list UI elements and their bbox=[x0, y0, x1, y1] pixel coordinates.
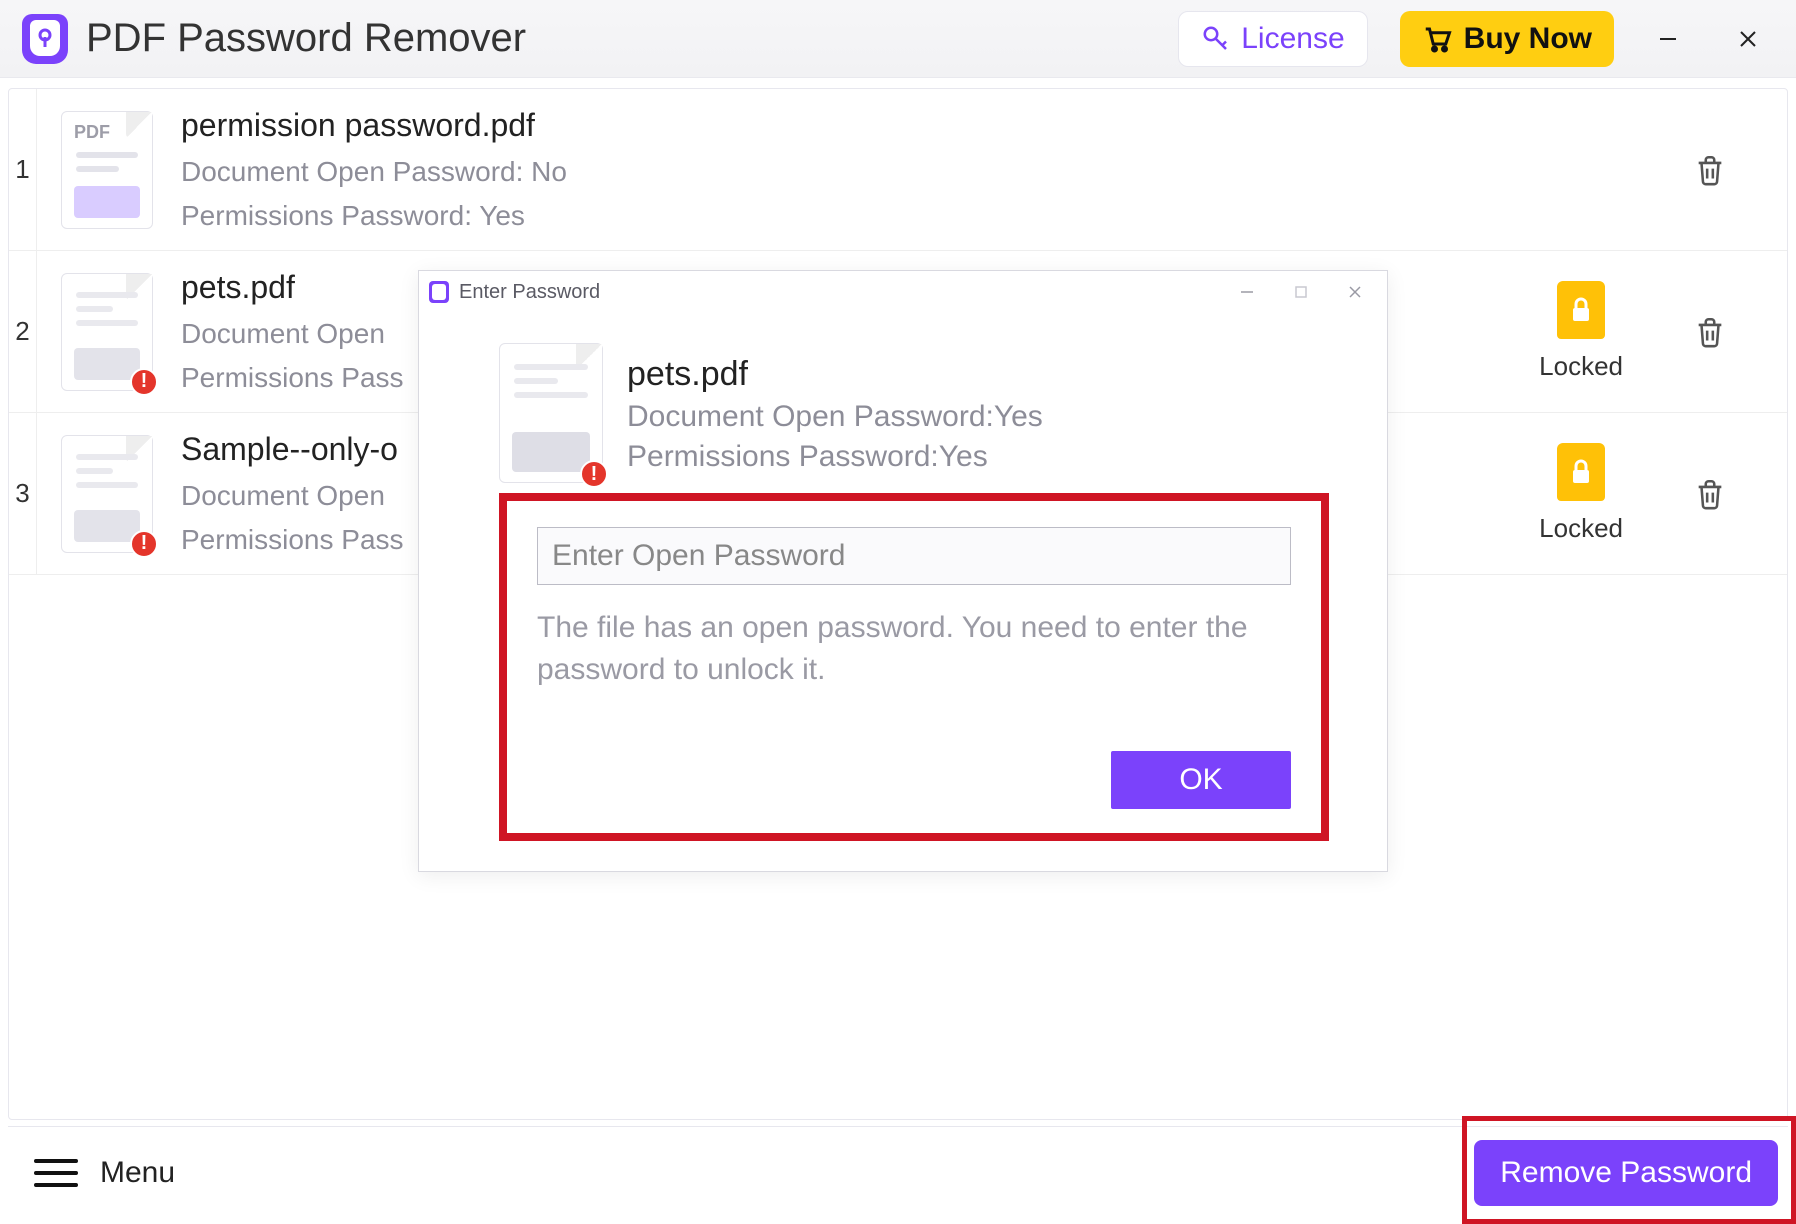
app-logo bbox=[22, 14, 68, 64]
menu-button[interactable]: Menu bbox=[18, 1146, 191, 1200]
minimize-icon bbox=[1657, 28, 1679, 50]
pdf-file-icon: PDF bbox=[61, 111, 153, 229]
footer: Menu Remove Password bbox=[8, 1126, 1788, 1218]
buy-now-label: Buy Now bbox=[1464, 22, 1592, 56]
dialog-close-button[interactable] bbox=[1333, 284, 1377, 300]
app-title: PDF Password Remover bbox=[86, 16, 526, 61]
locked-label: Locked bbox=[1539, 351, 1623, 382]
file-open-pw: Document Open Password: No bbox=[181, 156, 1665, 188]
dialog-hint: The file has an open password. You need … bbox=[537, 607, 1291, 691]
lock-icon bbox=[1557, 443, 1605, 501]
dialog-title: Enter Password bbox=[459, 281, 600, 304]
hamburger-icon bbox=[34, 1159, 78, 1187]
ok-button[interactable]: OK bbox=[1111, 751, 1291, 809]
close-icon bbox=[1737, 28, 1759, 50]
locked-label: Locked bbox=[1539, 513, 1623, 544]
highlight-box: The file has an open password. You need … bbox=[499, 493, 1329, 841]
password-input[interactable] bbox=[537, 527, 1291, 585]
delete-button[interactable] bbox=[1693, 153, 1727, 187]
row-index: 2 bbox=[9, 251, 37, 412]
alert-icon: ! bbox=[580, 460, 608, 488]
dialog-minimize-button[interactable] bbox=[1225, 284, 1269, 300]
dialog-perm-pw: Permissions Password:Yes bbox=[627, 440, 1043, 474]
delete-button[interactable] bbox=[1693, 477, 1727, 511]
pdf-file-icon: ! bbox=[499, 343, 603, 483]
remove-password-button[interactable]: Remove Password bbox=[1474, 1140, 1778, 1206]
menu-label: Menu bbox=[100, 1156, 175, 1190]
enter-password-dialog: Enter Password ! pets.pdf Document Open … bbox=[418, 270, 1388, 872]
delete-button[interactable] bbox=[1693, 315, 1727, 349]
key-icon bbox=[1201, 24, 1231, 54]
cart-icon bbox=[1422, 24, 1452, 54]
alert-icon: ! bbox=[130, 368, 158, 396]
row-index: 3 bbox=[9, 413, 37, 574]
locked-indicator: Locked bbox=[1539, 443, 1623, 544]
file-name: permission password.pdf bbox=[181, 107, 1665, 144]
row-index: 1 bbox=[9, 89, 37, 250]
file-perm-pw: Permissions Password: Yes bbox=[181, 200, 1665, 232]
lock-icon bbox=[1557, 281, 1605, 339]
file-row[interactable]: 1 PDF permission password.pdf Document O… bbox=[9, 89, 1787, 251]
license-label: License bbox=[1241, 22, 1344, 56]
dialog-maximize-button[interactable] bbox=[1279, 284, 1323, 300]
dialog-titlebar: Enter Password bbox=[419, 271, 1387, 313]
titlebar: PDF Password Remover License Buy Now bbox=[0, 0, 1796, 78]
minimize-icon bbox=[1239, 284, 1255, 300]
maximize-icon bbox=[1293, 284, 1309, 300]
dialog-open-pw: Document Open Password:Yes bbox=[627, 400, 1043, 434]
buy-now-button[interactable]: Buy Now bbox=[1400, 11, 1614, 67]
alert-icon: ! bbox=[130, 530, 158, 558]
dialog-file-name: pets.pdf bbox=[627, 355, 1043, 394]
pdf-file-icon: ! bbox=[61, 273, 153, 391]
close-button[interactable] bbox=[1722, 13, 1774, 65]
pdf-file-icon: ! bbox=[61, 435, 153, 553]
app-logo-icon bbox=[429, 281, 449, 303]
license-button[interactable]: License bbox=[1178, 11, 1367, 67]
locked-indicator: Locked bbox=[1539, 281, 1623, 382]
close-icon bbox=[1347, 284, 1363, 300]
minimize-button[interactable] bbox=[1642, 13, 1694, 65]
